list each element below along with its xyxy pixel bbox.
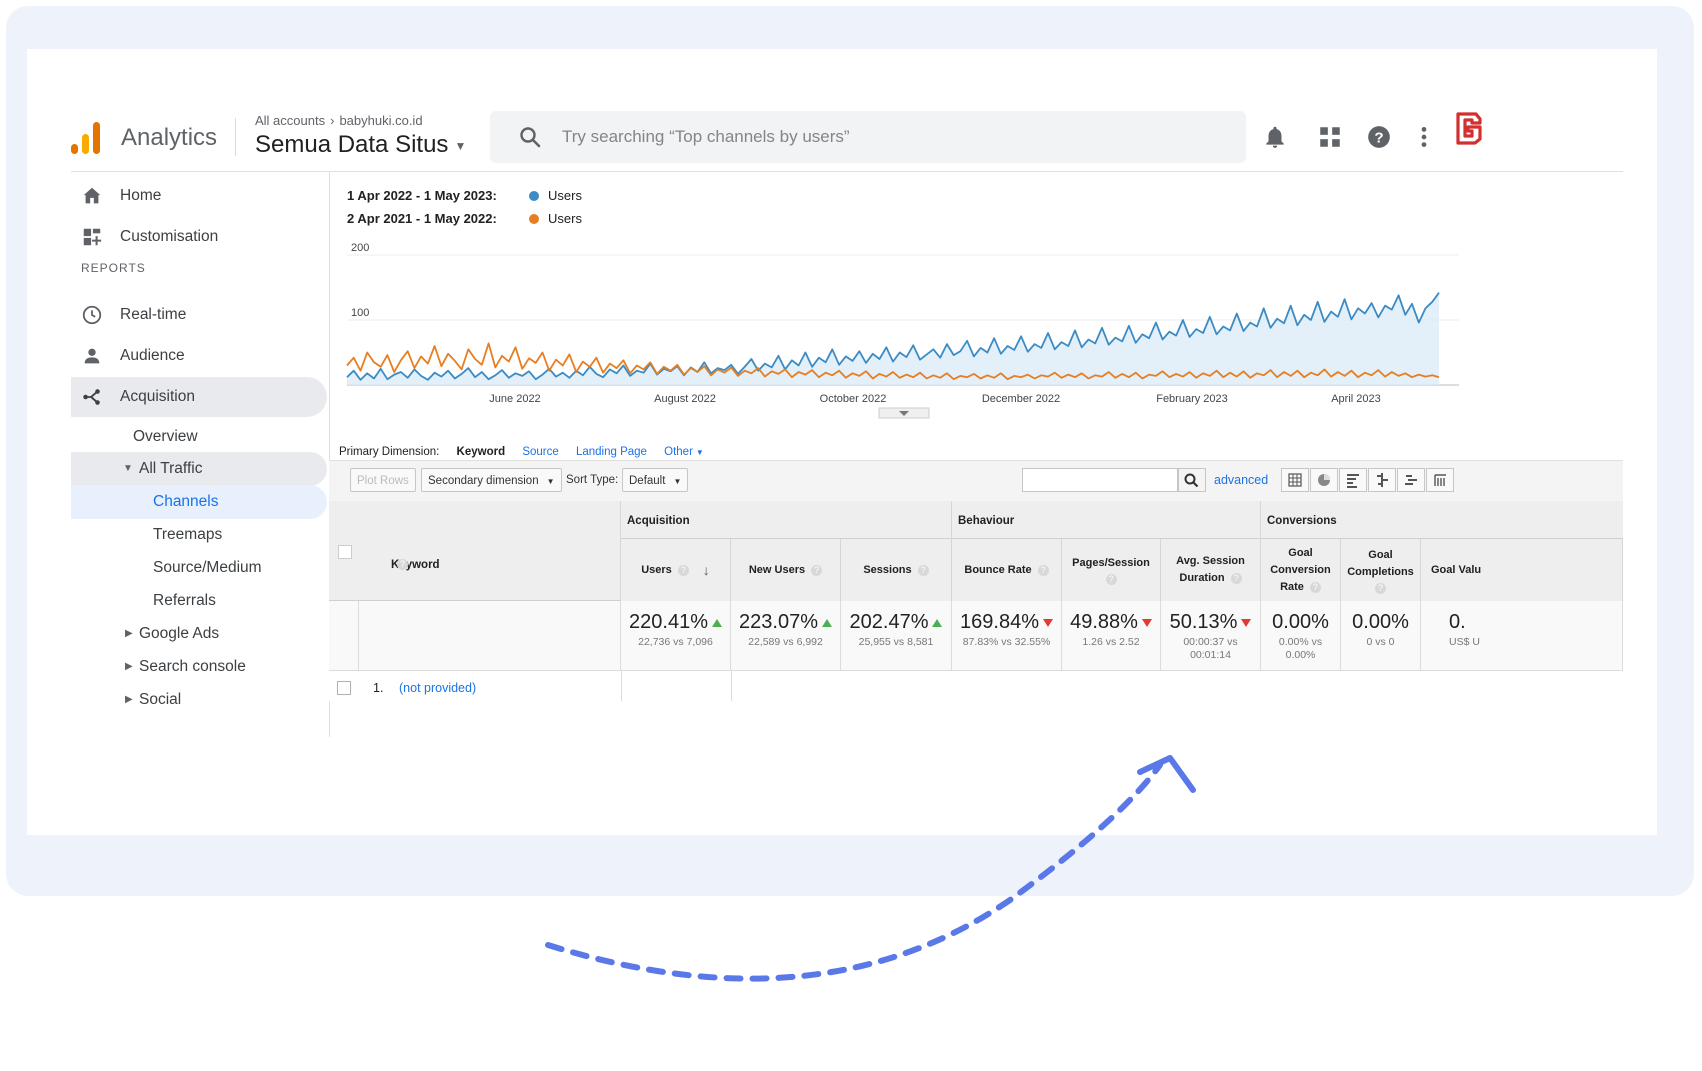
dashed-curve bbox=[545, 762, 1163, 982]
arrow-head-icon bbox=[1137, 755, 1196, 793]
decorative-arrow bbox=[545, 755, 1196, 982]
